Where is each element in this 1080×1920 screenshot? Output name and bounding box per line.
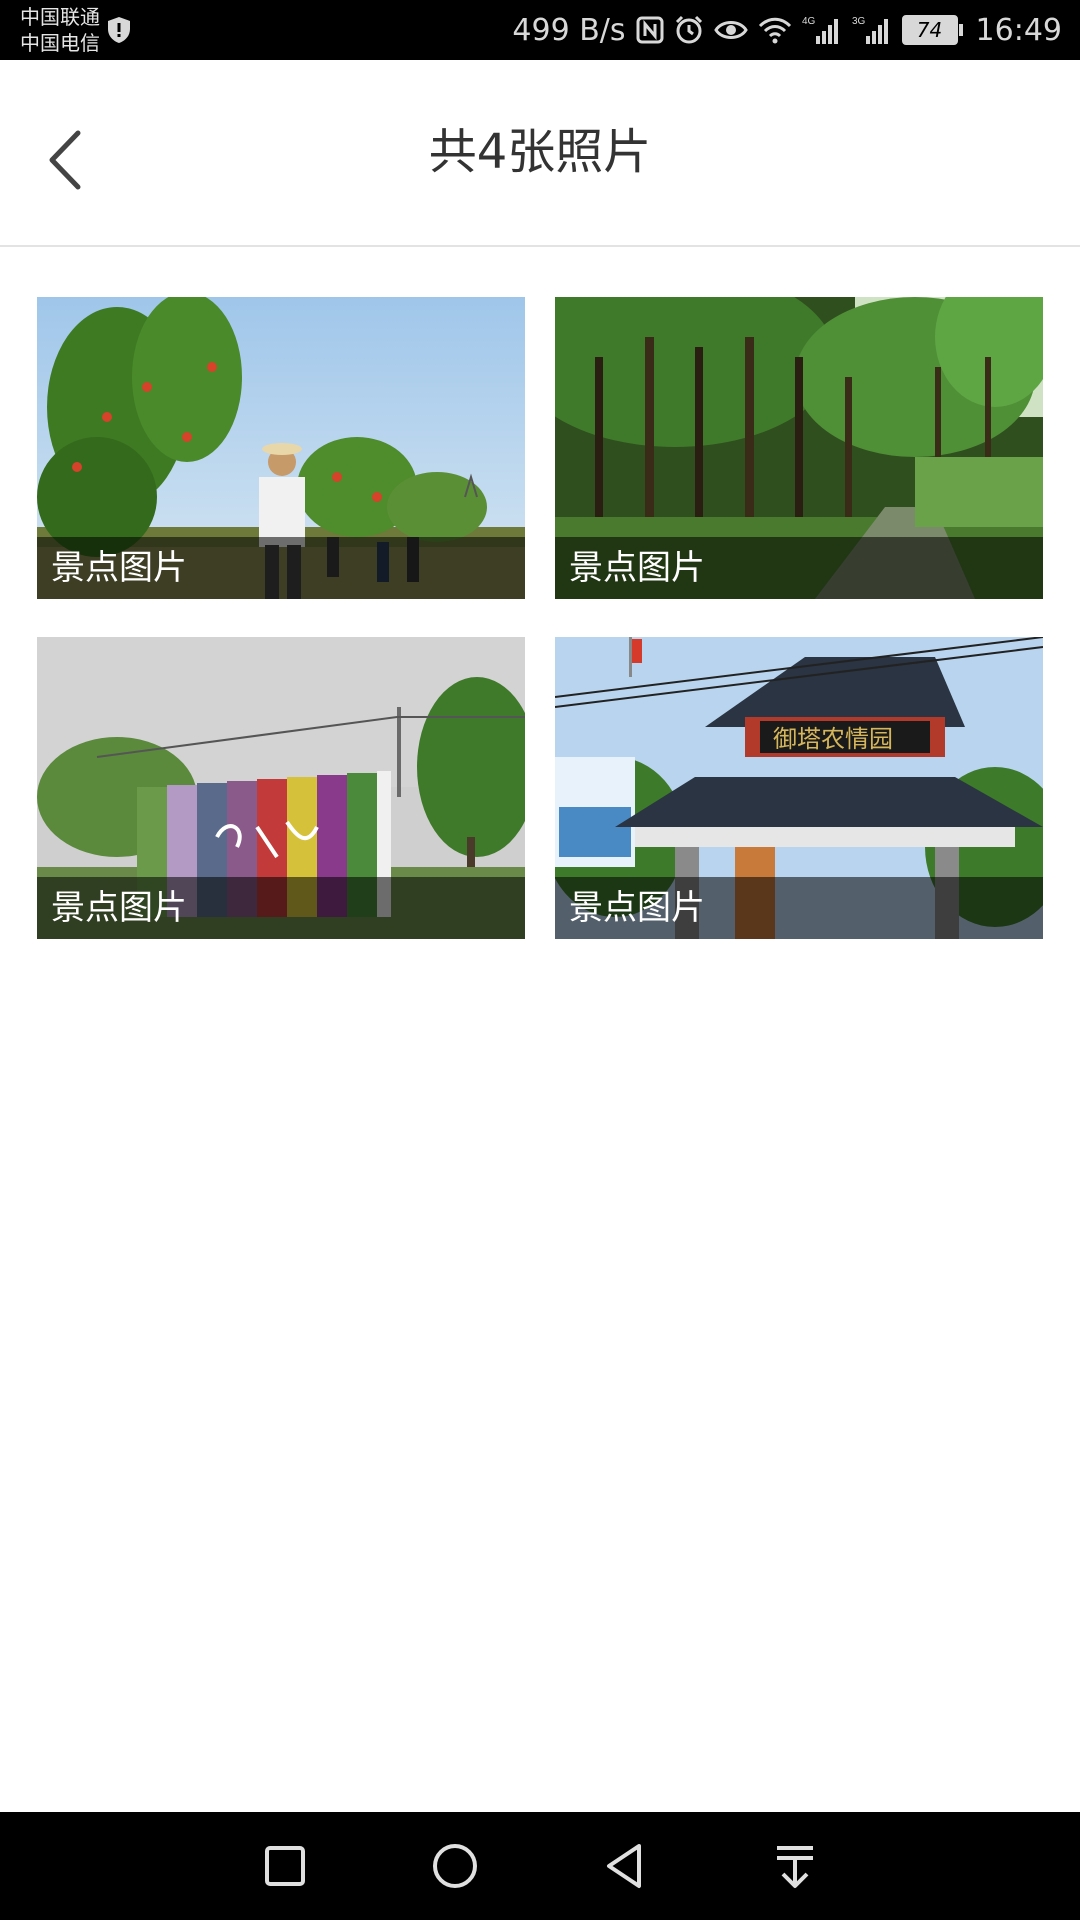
signal-3g-icon: 3G [852, 16, 888, 44]
nfc-icon [636, 16, 664, 44]
carrier-info: 中国联通 中国电信 [20, 4, 100, 56]
home-icon[interactable] [425, 1836, 485, 1896]
svg-text:3G: 3G [852, 16, 866, 27]
svg-text:御塔农情园: 御塔农情园 [773, 725, 893, 753]
svg-text:4G: 4G [802, 16, 816, 27]
battery-icon: 74 [901, 15, 963, 45]
status-bar: 中国联通 中国电信 499 B/s 4G 3G 74 16:49 [0, 0, 1080, 60]
wifi-icon [758, 17, 791, 44]
carrier-2: 中国电信 [20, 31, 100, 55]
photo-gallery-screen: 中国联通 中国电信 499 B/s 4G 3G 74 16:49 共4张照片 景… [0, 0, 1080, 1920]
photo-caption: 景点图片 [37, 877, 525, 939]
status-right: 499 B/s 4G 3G 74 16:49 [512, 0, 1062, 60]
carrier-1: 中国联通 [20, 5, 100, 29]
shield-icon [108, 17, 130, 43]
system-nav-bar [0, 1812, 1080, 1920]
photo-caption: 景点图片 [37, 537, 525, 599]
page-title: 共4张照片 [428, 124, 652, 180]
eye-icon [713, 21, 748, 39]
clock: 16:49 [975, 12, 1062, 48]
header: 共4张照片 [0, 60, 1080, 247]
photo-caption: 景点图片 [555, 877, 1043, 939]
photo-card[interactable]: 御塔农情园 景点图片 [555, 637, 1043, 939]
notification-pull-icon[interactable] [765, 1836, 825, 1896]
photo-caption: 景点图片 [555, 537, 1043, 599]
recent-apps-icon[interactable] [255, 1836, 315, 1896]
back-icon[interactable] [595, 1836, 655, 1896]
photo-card[interactable]: 景点图片 [37, 637, 525, 939]
signal-4g-icon: 4G [802, 16, 838, 44]
net-speed: 499 B/s [512, 12, 626, 48]
photo-card[interactable]: 景点图片 [37, 297, 525, 599]
photo-card[interactable]: 景点图片 [555, 297, 1043, 599]
alarm-icon [675, 15, 702, 44]
